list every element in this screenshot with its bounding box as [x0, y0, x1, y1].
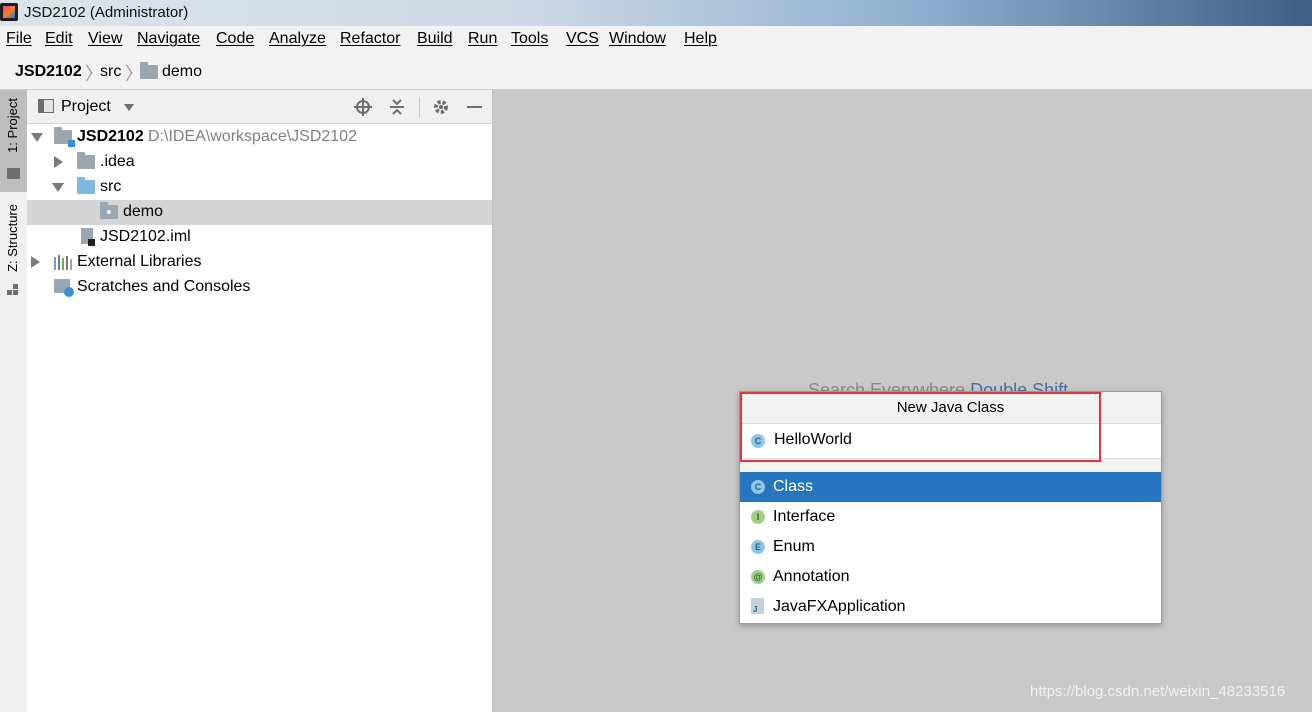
tree-label: .idea: [100, 153, 135, 170]
folder-icon: [77, 152, 95, 169]
enum-icon: E: [751, 540, 765, 554]
kind-label: Enum: [773, 538, 815, 555]
project-panel: Project JSD2102 D:\IDEA\workspace\JSD210…: [27, 90, 493, 712]
tab-project[interactable]: 1: Project: [0, 90, 27, 192]
tree-node-idea[interactable]: .idea: [27, 150, 492, 175]
tree-node-external-libraries[interactable]: External Libraries: [27, 250, 492, 275]
tab-structure[interactable]: Z: Structure: [0, 200, 27, 300]
tree-node-demo[interactable]: demo: [27, 200, 492, 225]
tree-label: Scratches and Consoles: [77, 278, 251, 295]
kind-option-annotation[interactable]: @ Annotation: [740, 562, 1161, 592]
kind-option-class[interactable]: C Class: [740, 472, 1161, 502]
tab-structure-label: Z: Structure: [5, 204, 20, 272]
kind-label: Interface: [773, 508, 836, 525]
tree-root-path: D:\IDEA\workspace\JSD2102: [148, 128, 357, 145]
kind-label: Annotation: [773, 568, 850, 585]
expand-arrow-icon[interactable]: [54, 156, 63, 168]
tree-root-label: JSD2102: [77, 128, 144, 145]
collapse-all-icon[interactable]: [388, 98, 406, 116]
project-panel-title[interactable]: Project: [61, 98, 111, 116]
package-folder-icon: [140, 62, 158, 79]
chevron-down-icon[interactable]: [124, 104, 134, 111]
tree-node-src[interactable]: src: [27, 175, 492, 200]
project-panel-header: Project: [27, 90, 492, 124]
menu-help[interactable]: Help: [684, 30, 717, 48]
breadcrumb-demo[interactable]: demo: [162, 63, 202, 81]
tool-window-strip: 1: Project Z: Structure: [0, 90, 28, 712]
window-titlebar: JSD2102 (Administrator): [0, 0, 1312, 26]
tree-node-scratches[interactable]: Scratches and Consoles: [27, 275, 492, 300]
iml-file-icon: [81, 228, 95, 246]
menu-window[interactable]: Window: [609, 30, 666, 48]
kind-option-javafx[interactable]: J JavaFXApplication: [740, 592, 1161, 622]
package-folder-icon: [100, 202, 118, 219]
menu-bar: File Edit View Navigate Code Analyze Ref…: [0, 26, 1312, 54]
expand-arrow-icon[interactable]: [52, 183, 64, 192]
menu-vcs[interactable]: VCS: [566, 30, 599, 48]
minimize-icon[interactable]: [467, 106, 482, 108]
expand-arrow-icon[interactable]: [31, 256, 40, 268]
source-folder-icon: [77, 177, 95, 194]
locate-icon[interactable]: [354, 98, 372, 116]
tree-node-root[interactable]: JSD2102 D:\IDEA\workspace\JSD2102: [27, 125, 492, 150]
expand-arrow-icon[interactable]: [31, 133, 43, 142]
breadcrumb-project[interactable]: JSD2102: [15, 63, 82, 81]
breadcrumb: JSD2102 〉 src 〉 demo: [0, 54, 1312, 90]
kind-label: Class: [773, 478, 814, 495]
watermark: https://blog.csdn.net/weixin_48233516: [1030, 683, 1286, 700]
module-folder-icon: [54, 127, 75, 147]
menu-edit[interactable]: Edit: [45, 30, 73, 48]
interface-icon: I: [751, 510, 765, 524]
tab-project-label: 1: Project: [5, 98, 20, 153]
kind-option-enum[interactable]: E Enum: [740, 532, 1161, 562]
gear-icon[interactable]: [432, 98, 450, 116]
intellij-logo-icon: [0, 3, 18, 21]
menu-code[interactable]: Code: [216, 30, 254, 48]
tree-label: src: [100, 178, 122, 195]
project-view-icon: [38, 99, 54, 113]
menu-view[interactable]: View: [88, 30, 122, 48]
folder-icon: [7, 168, 20, 179]
menu-build[interactable]: Build: [417, 30, 453, 48]
menu-file[interactable]: File: [6, 30, 32, 48]
menu-analyze[interactable]: Analyze: [269, 30, 326, 48]
tree-label: demo: [123, 203, 164, 220]
toolbar-divider: [419, 97, 420, 117]
highlight-box: [740, 392, 1101, 462]
breadcrumb-src[interactable]: src: [100, 63, 121, 81]
menu-run[interactable]: Run: [468, 30, 497, 48]
kind-label: JavaFXApplication: [773, 598, 906, 615]
kind-option-interface[interactable]: I Interface: [740, 502, 1161, 532]
tree-label: External Libraries: [77, 253, 202, 270]
menu-refactor[interactable]: Refactor: [340, 30, 400, 48]
library-icon: [54, 255, 72, 270]
scratches-icon: [54, 279, 74, 297]
tree-node-iml[interactable]: JSD2102.iml: [27, 225, 492, 250]
menu-navigate[interactable]: Navigate: [137, 30, 200, 48]
structure-icon: [7, 284, 19, 296]
annotation-icon: @: [751, 570, 765, 584]
class-icon: C: [751, 480, 765, 494]
javafx-file-icon: J: [751, 598, 764, 614]
window-title: JSD2102 (Administrator): [24, 4, 189, 21]
tree-label: JSD2102.iml: [100, 228, 191, 245]
menu-tools[interactable]: Tools: [511, 30, 548, 48]
